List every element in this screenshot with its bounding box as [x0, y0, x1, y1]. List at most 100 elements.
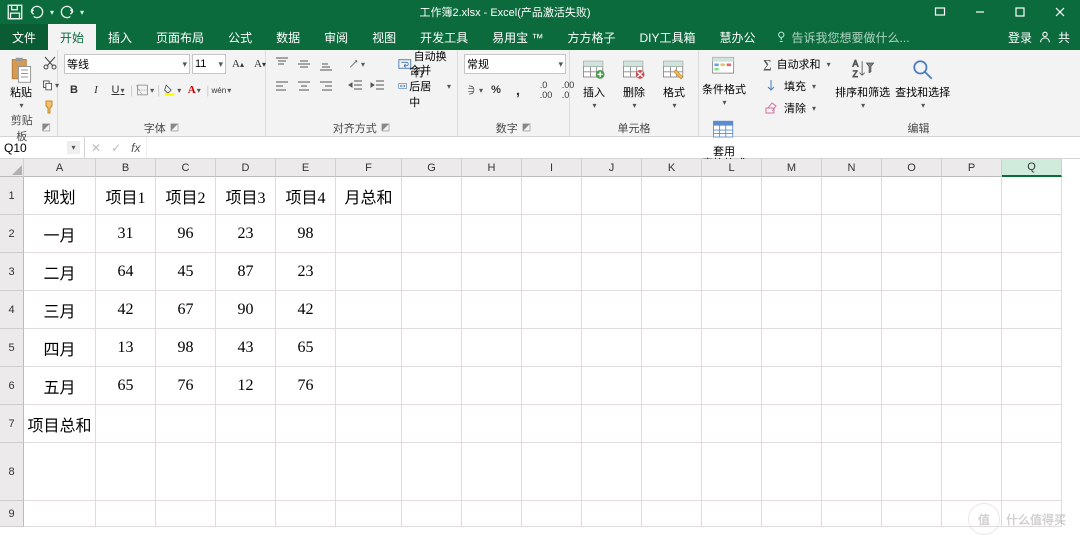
cell[interactable]: 65 — [96, 367, 156, 405]
align-middle-button[interactable] — [294, 54, 314, 74]
font-dialog-icon[interactable]: ◩ — [170, 122, 179, 133]
cell[interactable] — [882, 329, 942, 367]
cell[interactable]: 98 — [156, 329, 216, 367]
cell[interactable] — [822, 291, 882, 329]
increase-decimal-button[interactable]: .0.00 — [536, 80, 556, 100]
cell[interactable] — [462, 291, 522, 329]
cell[interactable] — [582, 443, 642, 501]
cell[interactable] — [882, 177, 942, 215]
cell[interactable] — [822, 177, 882, 215]
orientation-button[interactable]: ▾ — [346, 54, 366, 74]
cell[interactable] — [762, 177, 822, 215]
cell[interactable] — [642, 443, 702, 501]
autosum-button[interactable]: ∑自动求和▾ — [763, 53, 831, 75]
cell[interactable] — [1002, 253, 1062, 291]
cell[interactable]: 项目4 — [276, 177, 336, 215]
column-header[interactable]: F — [336, 159, 402, 177]
font-size-combo[interactable]: 11▾ — [192, 54, 226, 74]
name-box[interactable]: Q10▾ — [0, 137, 85, 158]
bold-button[interactable]: B — [64, 80, 84, 100]
comma-button[interactable]: , — [508, 80, 528, 100]
cell[interactable] — [642, 405, 702, 443]
tab-数据[interactable]: 数据 — [264, 24, 312, 50]
column-header[interactable]: D — [216, 159, 276, 177]
cell[interactable] — [462, 405, 522, 443]
name-box-dropdown-icon[interactable]: ▾ — [67, 141, 80, 154]
cell[interactable] — [762, 329, 822, 367]
insert-cells-button[interactable]: 插入▾ — [576, 53, 612, 117]
cell[interactable] — [522, 215, 582, 253]
cell[interactable] — [522, 177, 582, 215]
cell[interactable] — [642, 501, 702, 527]
cell[interactable] — [276, 405, 336, 443]
cell[interactable] — [642, 329, 702, 367]
cell[interactable] — [336, 443, 402, 501]
cell[interactable] — [582, 501, 642, 527]
row-header[interactable]: 9 — [0, 501, 24, 527]
find-select-button[interactable]: 查找和选择▾ — [895, 53, 951, 117]
underline-button[interactable]: U▾ — [108, 80, 128, 100]
cell[interactable] — [402, 291, 462, 329]
column-header[interactable]: M — [762, 159, 822, 177]
cell[interactable] — [762, 253, 822, 291]
formula-input[interactable] — [147, 137, 1080, 158]
undo-dropdown-icon[interactable]: ▾ — [50, 8, 54, 17]
sort-filter-button[interactable]: AZ 排序和筛选▾ — [835, 53, 891, 117]
column-header[interactable]: E — [276, 159, 336, 177]
cancel-formula-icon[interactable]: ✕ — [91, 141, 101, 155]
column-header[interactable]: A — [24, 159, 96, 177]
cell[interactable] — [462, 253, 522, 291]
close-button[interactable] — [1040, 0, 1080, 24]
cell[interactable]: 二月 — [24, 253, 96, 291]
cell[interactable] — [822, 253, 882, 291]
delete-cells-button[interactable]: 删除▾ — [616, 53, 652, 117]
cell[interactable]: 64 — [96, 253, 156, 291]
cell[interactable] — [156, 501, 216, 527]
format-cells-button[interactable]: 格式▾ — [656, 53, 692, 117]
cell[interactable] — [402, 329, 462, 367]
cell[interactable]: 三月 — [24, 291, 96, 329]
cell[interactable] — [336, 215, 402, 253]
maximize-button[interactable] — [1000, 0, 1040, 24]
cell[interactable] — [642, 177, 702, 215]
cell[interactable] — [402, 405, 462, 443]
column-header[interactable]: C — [156, 159, 216, 177]
cell[interactable] — [336, 501, 402, 527]
cell[interactable] — [702, 405, 762, 443]
cell[interactable] — [582, 253, 642, 291]
cell[interactable] — [96, 501, 156, 527]
cell[interactable]: 12 — [216, 367, 276, 405]
align-bottom-button[interactable] — [316, 54, 336, 74]
tab-DIY工具箱[interactable]: DIY工具箱 — [628, 24, 708, 50]
cell[interactable] — [1002, 215, 1062, 253]
column-header[interactable]: P — [942, 159, 1002, 177]
cell[interactable] — [522, 405, 582, 443]
column-header[interactable]: H — [462, 159, 522, 177]
cell[interactable] — [462, 215, 522, 253]
tell-me-input[interactable]: 告诉我您想要做什么... — [768, 24, 918, 50]
cell[interactable] — [882, 253, 942, 291]
cell[interactable] — [822, 501, 882, 527]
cell[interactable] — [702, 367, 762, 405]
cell[interactable] — [702, 177, 762, 215]
ribbon-options-icon[interactable] — [920, 0, 960, 24]
select-all-corner[interactable] — [0, 159, 24, 177]
row-header[interactable]: 7 — [0, 405, 24, 443]
column-header[interactable]: J — [582, 159, 642, 177]
cell[interactable]: 87 — [216, 253, 276, 291]
cell[interactable] — [1002, 443, 1062, 501]
column-header[interactable]: B — [96, 159, 156, 177]
fill-button[interactable]: 填充▾ — [763, 75, 831, 97]
number-dialog-icon[interactable]: ◩ — [522, 122, 531, 133]
clipboard-dialog-icon[interactable]: ◩ — [42, 122, 51, 133]
cell[interactable]: 项目1 — [96, 177, 156, 215]
cell[interactable] — [762, 291, 822, 329]
insert-function-icon[interactable]: fx — [131, 141, 140, 155]
cell[interactable] — [702, 253, 762, 291]
tab-方方格子[interactable]: 方方格子 — [555, 24, 627, 50]
cell[interactable] — [462, 329, 522, 367]
cell[interactable] — [1002, 405, 1062, 443]
cell[interactable] — [582, 405, 642, 443]
cell[interactable] — [582, 177, 642, 215]
cell[interactable] — [462, 177, 522, 215]
